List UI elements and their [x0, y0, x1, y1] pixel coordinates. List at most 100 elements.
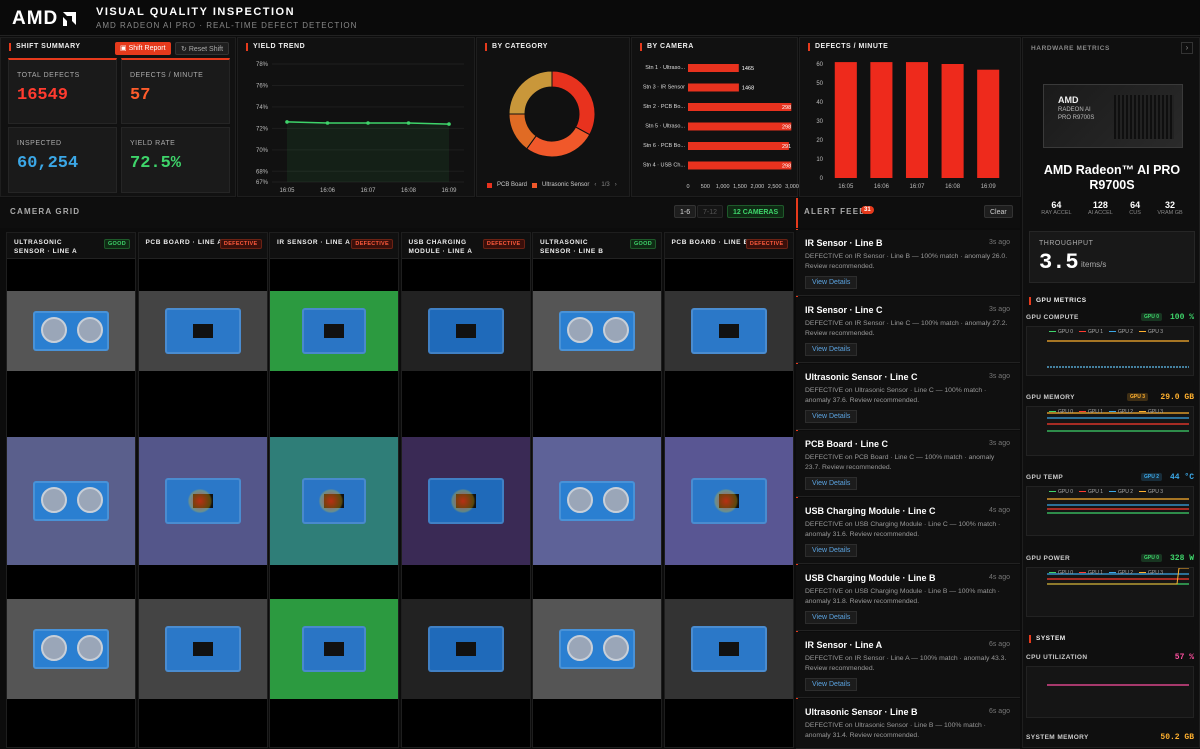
dpm-bar	[834, 62, 857, 178]
yield-ytick: 70%	[256, 148, 269, 154]
gpu-legend-item: GPU 2	[1109, 409, 1133, 415]
gpu-metric-value: 328 W	[1169, 554, 1194, 563]
camera-tile[interactable]: PCB BOARD · LINE A DEFECTIVE	[137, 232, 268, 748]
total-defects-value: 16549	[17, 86, 69, 105]
alert-item[interactable]: Ultrasonic Sensor · Line C 3s ago DEFECTIV…	[796, 364, 1020, 430]
alert-time: 3s ago	[988, 306, 1010, 313]
alert-title: USB Charging Module · Line B	[805, 573, 936, 583]
page-7-12-button[interactable]: 7-12	[697, 205, 724, 218]
gpu-name: AMD Radeon™ AI PRO R9700S	[1043, 163, 1181, 192]
component-chip	[718, 324, 739, 338]
component-chip	[455, 324, 476, 338]
gpu-metric-chart: GPU 0 GPU 1 GPU 2 GPU 3	[1026, 567, 1194, 617]
gpu-legend-item: GPU 0	[1049, 570, 1073, 576]
gpu-legend-label: GPU 1	[1088, 489, 1104, 495]
camera-tile[interactable]: IR SENSOR · LINE A DEFECTIVE	[269, 232, 399, 748]
camera-tile[interactable]: ULTRASONIC SENSOR · LINE B GOOD	[532, 232, 662, 748]
view-details-button[interactable]: View Details	[805, 477, 858, 490]
gpu-legend-label: GPU 2	[1118, 329, 1134, 335]
view-details-button[interactable]: View Details	[805, 343, 858, 356]
alert-title: USB Charging Module · Line C	[805, 506, 936, 516]
gpu-legend-label: GPU 2	[1118, 489, 1134, 495]
view-details-button[interactable]: View Details	[805, 410, 858, 423]
gpu-metric-row: GPU MEMORY GPU 3 29.0 GB GPU 0 GPU 1 GPU 2 GPU…	[1026, 393, 1194, 460]
alert-item[interactable]: USB Charging Module · Line B 4s ago DEFECT…	[796, 565, 1020, 631]
gpu-metric-label: GPU COMPUTE	[1026, 314, 1079, 321]
view-details-button[interactable]: View Details	[805, 611, 858, 624]
logo-text: AMD	[12, 8, 59, 29]
alert-item[interactable]: PCB Board · Line C 3s ago DEFECTIVE on PCB…	[796, 431, 1020, 497]
gpu-metric-badge: GPU 0	[1140, 554, 1162, 562]
shift-report-button[interactable]: ▣ Shift Report	[115, 42, 171, 55]
gpu-legend-item: GPU 1	[1079, 409, 1103, 415]
gpu-legend-swatch	[1139, 491, 1147, 493]
alert-item[interactable]: USB Charging Module · Line C 4s ago DEFECT…	[796, 498, 1020, 564]
gpu-legend-swatch	[1109, 572, 1117, 574]
camera-xtick: 2,500	[768, 184, 782, 190]
alert-item[interactable]: Ultrasonic Sensor · Line B 6s ago DEFECTIV…	[796, 699, 1020, 749]
view-details-button[interactable]: View Details	[805, 276, 858, 289]
system-title: SYSTEM	[1029, 635, 1066, 643]
dpm-xtick: 16:09	[981, 184, 997, 190]
gpu-metric-row: GPU TEMP GPU 2 44 °C GPU 0 GPU 1 GPU 2 GPU 3	[1026, 473, 1194, 540]
dpm-ytick: 40	[816, 100, 823, 106]
pager-next-icon[interactable]: ›	[615, 182, 617, 188]
page-1-6-button[interactable]: 1-6	[674, 205, 697, 218]
gpu-legend-item: GPU 2	[1109, 329, 1133, 335]
yield-point	[447, 122, 451, 126]
clear-alerts-button[interactable]: Clear	[984, 205, 1013, 218]
stat-cus-label: CUS	[1129, 210, 1141, 216]
alert-item[interactable]: IR Sensor · Line A 6s ago DEFECTIVE on IR …	[796, 632, 1020, 698]
alert-time: 3s ago	[988, 440, 1010, 447]
camera-bar-label: Stn 6 · PCB Bo...	[643, 143, 685, 149]
by-camera-chart: Stn 1 · Ultraso... 1465 Stn 3 · IR Sensor 1…	[643, 64, 799, 190]
camera-tile-header: PCB BOARD · LINE B DEFECTIVE	[664, 233, 793, 259]
alert-feed-header: ALERT FEED 31 Clear	[796, 198, 1020, 228]
camera-xtick: 1,500	[733, 184, 747, 190]
gpu-stats: 64 RAY ACCEL 128 AI ACCEL 64 CUS 32 VRAM GB	[1033, 200, 1191, 216]
stat-ray-accel-label: RAY ACCEL	[1041, 210, 1072, 216]
component-chip	[455, 642, 476, 656]
total-defects-card: TOTAL DEFECTS 16549	[8, 58, 117, 124]
gpu-legend-swatch	[1139, 572, 1147, 574]
alert-time: 4s ago	[988, 574, 1010, 581]
dpm-title: DEFECTS / MINUTE	[808, 43, 888, 51]
by-camera-title: BY CAMERA	[640, 43, 694, 51]
camera-frame	[138, 437, 267, 565]
yield-trend-chart: 78% 76% 74% 72% 70% 68% 67% 16:05 16:06 16:07 16:0…	[256, 62, 464, 194]
gpu-legend: GPU 0 GPU 1 GPU 2 GPU 3	[1049, 409, 1163, 415]
camera-tile[interactable]: ULTRASONIC SENSOR · LINE A GOOD	[6, 232, 136, 748]
alert-item[interactable]: IR Sensor · Line B 3s ago DEFECTIVE on IR …	[796, 230, 1020, 296]
gpu-card-text1: RADEON AI	[1058, 107, 1091, 113]
camera-frame	[401, 437, 530, 565]
camera-tile-header: IR SENSOR · LINE A DEFECTIVE	[270, 233, 398, 259]
legend-pcb: PCB Board	[497, 182, 528, 188]
alert-title: Ultrasonic Sensor · Line C	[805, 372, 918, 382]
camera-tile[interactable]: USB CHARGING MODULE · LINE A DEFECTIVE	[400, 232, 531, 748]
gpu-legend-swatch	[1109, 491, 1117, 493]
camera-xtick: 1,000	[716, 184, 730, 190]
gpu-metric-badge: GPU 0	[1140, 313, 1162, 321]
view-details-button[interactable]: View Details	[805, 678, 858, 691]
app-subtitle: AMD RADEON AI PRO · REAL-TIME DEFECT DET…	[96, 21, 358, 30]
legend-swatch-pcb	[487, 182, 492, 188]
gpu-legend-swatch	[1049, 491, 1056, 493]
reset-shift-button[interactable]: ↻ Reset Shift	[175, 42, 230, 55]
expand-chevron-icon[interactable]: ›	[1181, 42, 1193, 54]
pager-prev-icon[interactable]: ‹	[594, 182, 596, 188]
camera-frame	[664, 599, 793, 699]
gpu-legend-label: GPU 0	[1058, 409, 1074, 415]
gpu-metric-value: 100 %	[1169, 313, 1194, 322]
alert-title: PCB Board · Line C	[805, 439, 889, 449]
ultrasonic-transducer	[41, 317, 67, 343]
view-details-button[interactable]: View Details	[805, 544, 858, 557]
gpu-legend-label: GPU 0	[1058, 329, 1074, 335]
yield-ytick: 76%	[256, 83, 269, 89]
alert-description: DEFECTIVE on IR Sensor · Line B — 100% m…	[805, 253, 1008, 270]
camera-frame	[7, 291, 135, 371]
inspected-card: INSPECTED 60,254	[8, 127, 117, 193]
camera-tile[interactable]: PCB BOARD · LINE B DEFECTIVE	[663, 232, 794, 748]
gpu-metric-label: GPU TEMP	[1026, 474, 1064, 481]
alert-title: Ultrasonic Sensor · Line B	[805, 707, 918, 717]
alert-item[interactable]: IR Sensor · Line C 3s ago DEFECTIVE on IR …	[796, 297, 1020, 363]
